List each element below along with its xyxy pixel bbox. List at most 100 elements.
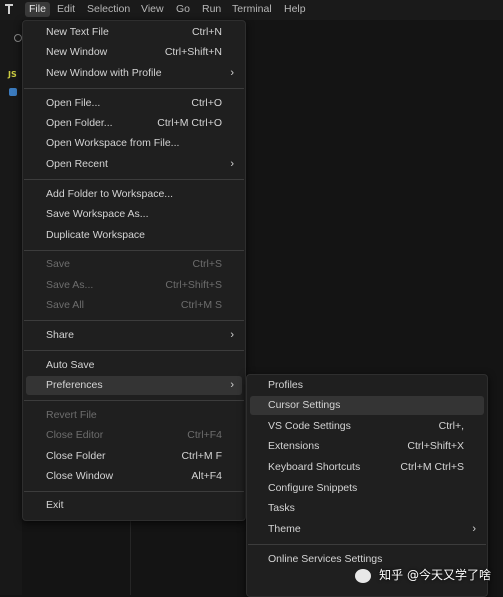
menu-item-label: Configure Snippets — [268, 482, 358, 494]
menu-edit[interactable]: Edit — [53, 2, 79, 17]
menu-item-label: Profiles — [268, 379, 304, 391]
menu-item-label: VS Code Settings — [268, 420, 351, 432]
chevron-right-icon: › — [472, 523, 476, 535]
menu-item-label: Save As... — [46, 279, 94, 291]
chevron-right-icon: › — [230, 158, 234, 170]
menu-item-shortcut: Ctrl+M Ctrl+O — [157, 117, 222, 129]
chevron-right-icon: › — [230, 67, 234, 79]
menu-item-label: Share — [46, 329, 75, 341]
menu-item-shortcut: Ctrl+M Ctrl+S — [400, 461, 464, 473]
menu-item-theme[interactable]: Theme › — [250, 520, 484, 539]
menu-item-label: Save All — [46, 299, 84, 311]
menu-item-revert-file[interactable]: Revert File — [26, 406, 242, 425]
menu-separator — [24, 250, 244, 251]
menu-file[interactable]: File — [25, 2, 50, 17]
menu-item-add-folder-to-workspace[interactable]: Add Folder to Workspace... — [26, 185, 242, 204]
menu-item-cursor-settings[interactable]: Cursor Settings — [250, 396, 484, 415]
menu-item-close-window[interactable]: Close Window Alt+F4 — [26, 467, 242, 486]
menu-item-new-window-with-profile[interactable]: New Window with Profile › — [26, 64, 242, 83]
menu-help[interactable]: Help — [280, 2, 310, 17]
menu-item-label: Preferences — [46, 379, 103, 391]
menu-separator — [24, 88, 244, 89]
js-file-icon[interactable]: JS — [8, 70, 17, 79]
menu-item-close-editor[interactable]: Close Editor Ctrl+F4 — [26, 426, 242, 445]
menu-item-tasks[interactable]: Tasks — [250, 499, 484, 518]
menu-bar: File Edit Selection View Go Run Terminal… — [0, 0, 503, 20]
file-menu: New Text File Ctrl+N New Window Ctrl+Shi… — [22, 20, 246, 521]
menu-item-label: Open File... — [46, 97, 101, 109]
menu-item-label: Close Editor — [46, 429, 104, 441]
menu-item-open-workspace-from-file[interactable]: Open Workspace from File... — [26, 134, 242, 153]
menu-item-label: Open Workspace from File... — [46, 137, 180, 149]
menu-item-open-file[interactable]: Open File... Ctrl+O — [26, 94, 242, 113]
menu-item-new-window[interactable]: New Window Ctrl+Shift+N — [26, 43, 242, 62]
menu-separator — [24, 179, 244, 180]
menu-item-profiles[interactable]: Profiles — [250, 376, 484, 395]
menu-item-vs-code-settings[interactable]: VS Code Settings Ctrl+, — [250, 417, 484, 436]
menu-item-label: New Window — [46, 46, 108, 58]
menu-item-shortcut: Ctrl+Shift+X — [407, 440, 464, 452]
menu-item-label: Add Folder to Workspace... — [46, 188, 174, 200]
menu-item-save-all[interactable]: Save All Ctrl+M S — [26, 296, 242, 315]
menu-item-shortcut: Ctrl+Shift+N — [164, 46, 222, 58]
menu-item-label: Open Folder... — [46, 117, 113, 129]
menu-item-new-text-file[interactable]: New Text File Ctrl+N — [26, 23, 242, 42]
menu-item-share[interactable]: Share › — [26, 326, 242, 345]
preferences-submenu: Profiles Cursor Settings VS Code Setting… — [246, 374, 488, 597]
menu-item-open-folder[interactable]: Open Folder... Ctrl+M Ctrl+O — [26, 114, 242, 133]
menu-item-label: Close Folder — [46, 450, 106, 462]
menu-item-label: Theme — [268, 523, 301, 535]
menu-separator — [24, 400, 244, 401]
menu-item-label: Save Workspace As... — [46, 208, 149, 220]
menu-item-shortcut: Ctrl+Shift+S — [165, 279, 222, 291]
menu-item-save-as[interactable]: Save As... Ctrl+Shift+S — [26, 276, 242, 295]
menu-item-extensions[interactable]: Extensions Ctrl+Shift+X — [250, 437, 484, 456]
menu-view[interactable]: View — [137, 2, 168, 17]
activity-bar: JS — [0, 20, 22, 595]
python-file-icon[interactable] — [9, 88, 17, 96]
menu-item-label: New Text File — [46, 26, 109, 38]
menu-item-save[interactable]: Save Ctrl+S — [26, 255, 242, 274]
menu-go[interactable]: Go — [172, 2, 194, 17]
wechat-logo-icon — [355, 568, 372, 583]
menu-item-open-recent[interactable]: Open Recent › — [26, 155, 242, 174]
menu-item-label: Duplicate Workspace — [46, 229, 146, 241]
menu-item-exit[interactable]: Exit — [26, 496, 242, 515]
menu-item-label: Tasks — [268, 502, 295, 514]
menu-item-configure-snippets[interactable]: Configure Snippets — [250, 479, 484, 498]
search-icon[interactable] — [14, 34, 22, 42]
menu-item-label: Close Window — [46, 470, 114, 482]
menu-item-close-folder[interactable]: Close Folder Ctrl+M F — [26, 447, 242, 466]
menu-item-label: Extensions — [268, 440, 320, 452]
menu-item-duplicate-workspace[interactable]: Duplicate Workspace — [26, 226, 242, 245]
menu-selection[interactable]: Selection — [83, 2, 134, 17]
menu-separator — [248, 544, 486, 545]
menu-separator — [24, 350, 244, 351]
menu-item-shortcut: Ctrl+S — [192, 258, 222, 270]
menu-item-label: Keyboard Shortcuts — [268, 461, 361, 473]
cursor-app-icon[interactable] — [4, 3, 14, 16]
menu-item-label: Open Recent — [46, 158, 108, 170]
menu-item-auto-save[interactable]: Auto Save — [26, 356, 242, 375]
menu-item-shortcut: Ctrl+O — [191, 97, 222, 109]
menu-item-label: Cursor Settings — [268, 399, 341, 411]
menu-item-keyboard-shortcuts[interactable]: Keyboard Shortcuts Ctrl+M Ctrl+S — [250, 458, 484, 477]
chevron-right-icon: › — [230, 379, 234, 391]
menu-item-shortcut: Ctrl+M S — [180, 299, 222, 311]
menu-item-label: Save — [46, 258, 70, 270]
menu-item-save-workspace-as[interactable]: Save Workspace As... — [26, 205, 242, 224]
menu-item-label: Exit — [46, 499, 64, 511]
menu-terminal[interactable]: Terminal — [228, 2, 276, 17]
menu-item-shortcut: Ctrl+M F — [181, 450, 222, 462]
menu-separator — [24, 320, 244, 321]
menu-separator — [24, 491, 244, 492]
menu-item-shortcut: Ctrl+N — [191, 26, 222, 38]
menu-item-shortcut: Alt+F4 — [191, 470, 222, 482]
watermark: 知乎 @今天又学了啥 — [355, 565, 491, 585]
menu-run[interactable]: Run — [198, 2, 225, 17]
watermark-text: 知乎 @今天又学了啥 — [379, 568, 491, 582]
menu-item-label: New Window with Profile — [46, 67, 162, 79]
menu-item-preferences[interactable]: Preferences › — [26, 376, 242, 395]
menu-item-shortcut: Ctrl+, — [438, 420, 464, 432]
menu-item-label: Revert File — [46, 409, 97, 421]
